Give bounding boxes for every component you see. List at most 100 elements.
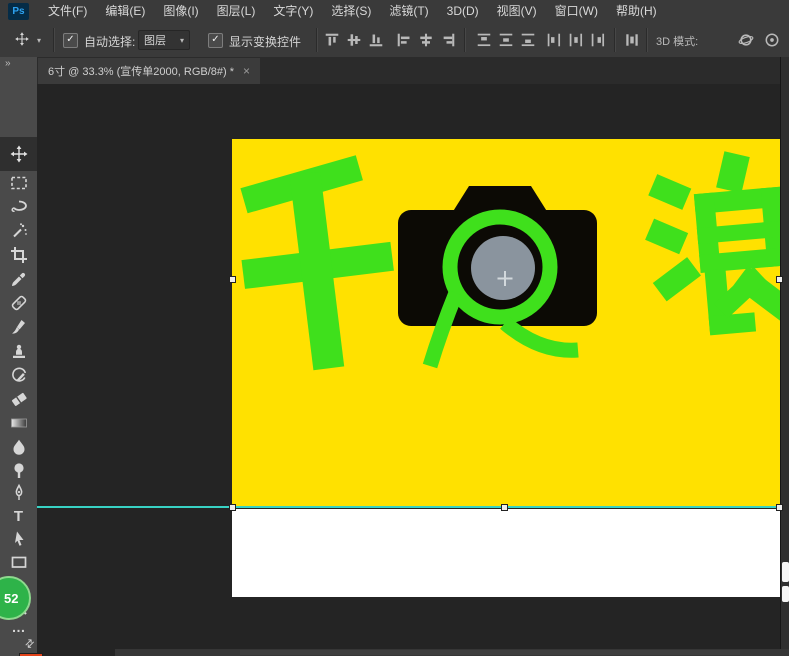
status-bar-inner xyxy=(240,650,740,655)
3d-roll-icon[interactable] xyxy=(764,32,780,48)
collapse-panel-icon[interactable]: » xyxy=(5,58,12,69)
options-bar: ▾ ✓ 自动选择: 图层 ▾ ✓ 显示变换控件 3D 模式: xyxy=(0,23,789,58)
document-artwork[interactable] xyxy=(232,139,780,507)
distribute-spacing-icon[interactable] xyxy=(624,32,640,48)
distribute-right-edges-icon[interactable] xyxy=(590,32,606,48)
logo-char-lang xyxy=(645,151,780,336)
align-top-edges-icon[interactable] xyxy=(324,32,340,48)
menu-item-select[interactable]: 选择(S) xyxy=(322,0,380,23)
menu-item-type[interactable]: 文字(Y) xyxy=(264,0,322,23)
magic-wand-icon xyxy=(12,223,27,238)
distribute-left-edges-icon[interactable] xyxy=(546,32,562,48)
blur-tool[interactable] xyxy=(5,435,32,459)
move-tool-icon xyxy=(15,32,29,46)
stamp-icon xyxy=(12,344,25,358)
crop-tool[interactable] xyxy=(5,243,32,267)
tools-panel: » T … ⇄ xyxy=(0,57,43,656)
menu-item-layer[interactable]: 图层(L) xyxy=(208,0,265,23)
eraser-tool[interactable] xyxy=(5,387,32,411)
camera-lens xyxy=(471,236,535,300)
move-icon xyxy=(10,145,27,163)
align-horizontal-centers-icon[interactable] xyxy=(418,32,434,48)
marquee-icon xyxy=(10,176,27,190)
eraser-icon xyxy=(11,392,27,406)
canvas-page-area[interactable] xyxy=(232,509,780,597)
separator xyxy=(53,28,55,52)
eyedropper-tool[interactable] xyxy=(5,267,32,291)
arrow-cursor-icon xyxy=(14,531,23,546)
menu-item-file[interactable]: 文件(F) xyxy=(39,0,96,23)
menu-item-filter[interactable]: 滤镜(T) xyxy=(380,0,437,23)
recorder-badge-value: 52 xyxy=(4,590,19,606)
dodge-tool[interactable] xyxy=(5,458,32,482)
ellipsis-icon: … xyxy=(11,619,26,635)
history-brush-tool[interactable] xyxy=(5,363,32,387)
bandaid-icon xyxy=(11,295,26,311)
rectangular-marquee-tool[interactable] xyxy=(5,171,32,195)
separator xyxy=(646,28,648,52)
clipped-overlay-fragment xyxy=(782,562,789,582)
align-left-edges-icon[interactable] xyxy=(396,32,412,48)
horizontal-type-tool[interactable]: T xyxy=(5,504,32,528)
gradient-tool[interactable] xyxy=(5,411,32,435)
transform-handle-bottom-right[interactable] xyxy=(776,504,783,511)
distribute-horizontal-centers-icon[interactable] xyxy=(568,32,584,48)
align-bottom-edges-icon[interactable] xyxy=(368,32,384,48)
spot-healing-brush-tool[interactable] xyxy=(5,291,32,315)
rectangle-icon xyxy=(11,556,26,568)
auto-select-target-dropdown[interactable]: 图层 ▾ xyxy=(138,30,190,50)
close-icon[interactable]: × xyxy=(243,64,250,78)
guide-line[interactable] xyxy=(37,506,781,508)
show-transform-label: 显示变换控件 xyxy=(229,35,302,49)
document-tab-bar: 6寸 @ 33.3% (宣传单2000, RGB/8#) * × xyxy=(37,57,781,85)
menu-item-3d[interactable]: 3D(D) xyxy=(438,0,488,23)
separator xyxy=(316,28,318,52)
menu-item-help[interactable]: 帮助(H) xyxy=(607,0,666,23)
document-tab[interactable]: 6寸 @ 33.3% (宣传单2000, RGB/8#) * × xyxy=(38,58,261,84)
clone-stamp-tool[interactable] xyxy=(5,339,32,363)
distribute-vertical-centers-icon[interactable] xyxy=(498,32,514,48)
menu-item-edit[interactable]: 编辑(E) xyxy=(96,0,154,23)
swap-colors-icon[interactable]: ⇄ xyxy=(22,636,37,651)
3d-orbit-icon[interactable] xyxy=(738,32,754,48)
photoshop-logo: Ps xyxy=(8,3,29,20)
dropdown-value: 图层 xyxy=(144,35,166,47)
quick-selection-tool[interactable] xyxy=(5,219,32,243)
menu-item-image[interactable]: 图像(I) xyxy=(154,0,207,23)
pen-tool[interactable] xyxy=(5,481,32,505)
transform-handle-right[interactable] xyxy=(776,276,783,283)
brush-tool[interactable] xyxy=(5,315,32,339)
path-selection-tool[interactable] xyxy=(5,527,32,551)
transform-handle-bottom-left[interactable] xyxy=(229,504,236,511)
history-brush-icon xyxy=(11,367,26,382)
dodge-icon xyxy=(13,463,24,478)
transform-handle-left[interactable] xyxy=(229,276,236,283)
menu-bar: Ps 文件(F) 编辑(E) 图像(I) 图层(L) 文字(Y) 选择(S) 滤… xyxy=(0,0,789,24)
photoshop-window: Ps 文件(F) 编辑(E) 图像(I) 图层(L) 文字(Y) 选择(S) 滤… xyxy=(0,0,789,656)
lasso-tool[interactable] xyxy=(5,195,32,219)
brush-icon xyxy=(11,320,25,334)
chevron-down-icon: ▾ xyxy=(179,35,184,45)
pen-nib-icon xyxy=(15,483,22,500)
auto-select-label: 自动选择: xyxy=(84,35,136,49)
lasso-icon xyxy=(10,200,27,213)
crop-icon xyxy=(10,247,27,263)
show-transform-checkbox[interactable]: ✓ xyxy=(208,33,223,48)
distribute-bottom-edges-icon[interactable] xyxy=(520,32,536,48)
3d-mode-label: 3D 模式: xyxy=(656,36,699,48)
type-tool-icon: T xyxy=(13,507,24,525)
separator xyxy=(464,28,466,52)
distribute-top-edges-icon[interactable] xyxy=(476,32,492,48)
tool-preset-chevron[interactable]: ▾ xyxy=(37,36,41,45)
move-tool[interactable] xyxy=(5,142,32,166)
water-drop-icon xyxy=(13,439,24,455)
align-right-edges-icon[interactable] xyxy=(440,32,456,48)
clipped-overlay-fragment xyxy=(782,586,789,602)
auto-select-checkbox[interactable]: ✓ xyxy=(63,33,78,48)
rectangle-tool[interactable] xyxy=(5,550,32,574)
menu-item-view[interactable]: 视图(V) xyxy=(488,0,546,23)
align-vertical-centers-icon[interactable] xyxy=(346,32,362,48)
gradient-icon xyxy=(10,418,27,428)
transform-handle-bottom-center[interactable] xyxy=(501,504,508,511)
menu-item-window[interactable]: 窗口(W) xyxy=(546,0,607,23)
